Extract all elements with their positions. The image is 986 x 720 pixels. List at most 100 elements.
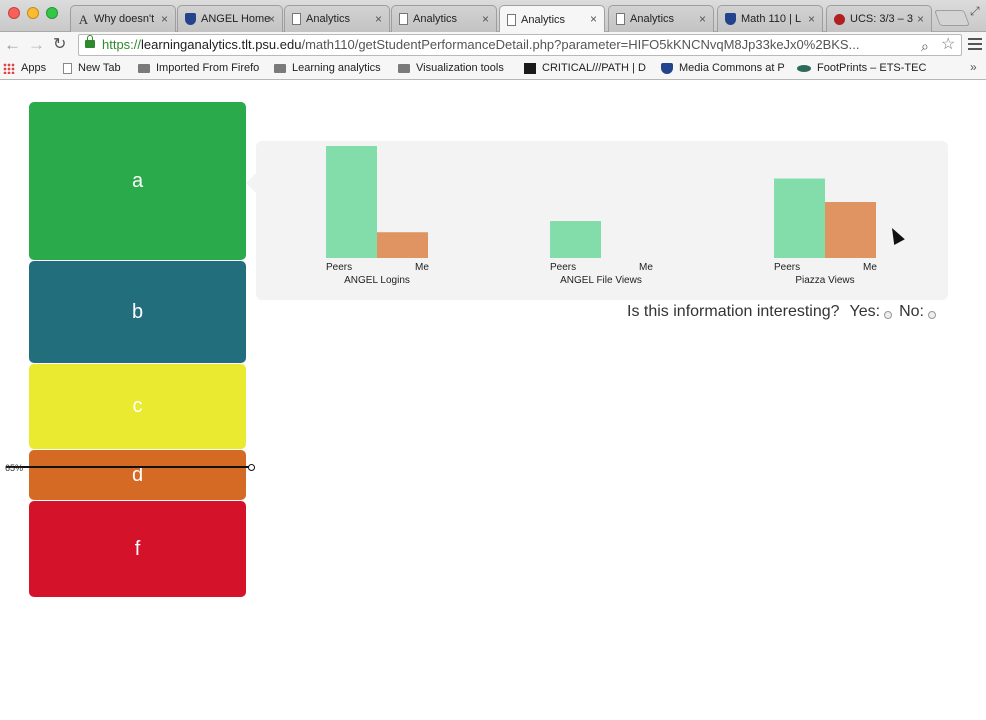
bookmark-label: Imported From Firefo <box>156 62 260 74</box>
grade-label: a <box>131 169 144 192</box>
grade-block-c[interactable]: c <box>29 364 246 449</box>
category-label: Me <box>863 262 877 273</box>
yes-radio[interactable] <box>884 310 893 319</box>
close-tab-icon[interactable]: × <box>917 12 924 26</box>
grade-block-b[interactable]: b <box>29 261 246 363</box>
fullscreen-icon[interactable]: ⤢ <box>970 4 980 19</box>
bar-peers-1 <box>550 221 601 258</box>
url-scheme: https:// <box>102 37 142 52</box>
current-grade-percent: 65% <box>5 463 24 473</box>
bookmark-item[interactable]: CRITICAL///PATH | D <box>524 62 646 74</box>
grade-label: c <box>132 395 143 417</box>
folder-icon <box>274 64 286 73</box>
bar-me-2 <box>825 202 876 258</box>
apps-grid-icon <box>3 62 15 74</box>
category-label: Peers <box>326 262 352 273</box>
comparison-chart: Peers Me ANGEL Logins Peers Me ANGEL File Vie… <box>326 146 877 286</box>
no-radio[interactable] <box>928 310 936 319</box>
category-label: Me <box>639 262 653 273</box>
browser-tab[interactable]: Math 110 | L × <box>717 5 823 32</box>
forward-arrow-icon[interactable]: → <box>28 35 45 55</box>
url-path: /math110/getStudentPerformanceDetail.php… <box>301 37 860 52</box>
shield-icon <box>185 13 196 25</box>
bookmark-item[interactable]: Apps <box>3 62 46 74</box>
metric-label: ANGEL File Views <box>560 275 642 286</box>
zoom-window-button[interactable] <box>46 7 58 19</box>
browser-tab[interactable]: Analytics × <box>499 5 605 33</box>
bar-peers-0 <box>326 146 377 258</box>
url-host: learninganalytics.tlt.psu.edu <box>141 37 302 52</box>
close-tab-icon[interactable]: × <box>268 12 275 26</box>
toolbar: ← → ↻ https://learninganalytics.tlt.psu.… <box>0 32 986 58</box>
grade-block-a[interactable]: a <box>29 102 246 260</box>
folder-icon <box>398 64 410 73</box>
browser-tab[interactable]: UCS: 3/3 – 3 × <box>826 5 932 32</box>
bookmarks-bar: Apps New Tab Imported From Firefo Learning … <box>0 58 986 80</box>
comparison-chart-panel: Peers Me ANGEL Logins Peers Me ANGEL File Vie… <box>256 141 948 300</box>
feedback-question: Is this information interesting? Yes: No… <box>627 303 943 321</box>
page-icon <box>399 13 408 25</box>
no-label: No: <box>899 303 924 320</box>
category-label: Peers <box>550 262 576 273</box>
bookmark-item[interactable]: Visualization tools <box>398 62 504 74</box>
url-text: https://learninganalytics.tlt.psu.edu/ma… <box>102 35 859 55</box>
current-grade-line <box>6 466 252 468</box>
minimize-window-button[interactable] <box>27 7 39 19</box>
browser-tab[interactable]: ANGEL Home × <box>177 5 283 32</box>
page-icon <box>616 13 625 25</box>
browser-tab[interactable]: Analytics × <box>284 5 390 32</box>
bookmarks-overflow-icon[interactable]: » <box>970 60 977 74</box>
close-window-button[interactable] <box>8 7 20 19</box>
reload-icon[interactable]: ↻ <box>53 35 66 55</box>
close-tab-icon[interactable]: × <box>375 12 382 26</box>
browser-tab[interactable]: Analytics × <box>391 5 497 32</box>
metric-label: Piazza Views <box>795 275 854 286</box>
close-tab-icon[interactable]: × <box>699 12 706 26</box>
close-tab-icon[interactable]: × <box>161 12 168 26</box>
bookmark-label: New Tab <box>78 62 121 74</box>
menu-icon[interactable] <box>968 38 982 50</box>
grade-label: f <box>134 537 141 560</box>
magnifier-icon[interactable]: ⌕ <box>921 36 929 55</box>
back-arrow-icon[interactable]: ← <box>4 35 21 55</box>
letter-a-icon: A <box>78 11 89 27</box>
shield-icon <box>661 62 673 74</box>
current-grade-handle[interactable] <box>248 464 255 471</box>
new-tab-button[interactable] <box>934 10 970 26</box>
bar-me-0 <box>377 232 428 258</box>
bookmark-item[interactable]: FootPrints – ETS-TEC <box>797 62 926 74</box>
lock-icon <box>85 35 95 48</box>
grade-label: b <box>131 300 144 323</box>
page-icon <box>507 13 516 26</box>
shield-icon <box>725 13 736 25</box>
close-tab-icon[interactable]: × <box>590 12 597 26</box>
page-icon <box>292 13 301 25</box>
grade-block-f[interactable]: f <box>29 501 246 597</box>
bookmark-label: Media Commons at P <box>679 62 785 74</box>
grade-block-d[interactable]: d <box>29 450 246 500</box>
bookmark-label: Apps <box>21 62 47 74</box>
ucs-icon <box>834 13 845 25</box>
metric-label: ANGEL Logins <box>344 275 410 286</box>
bookmark-item[interactable]: Media Commons at P <box>661 62 785 74</box>
address-bar[interactable]: https://learninganalytics.tlt.psu.edu/ma… <box>78 34 962 56</box>
category-label: Me <box>415 262 429 273</box>
critical-path-icon <box>524 62 536 74</box>
bookmark-item[interactable]: Imported From Firefo <box>138 62 259 74</box>
feedback-question-text: Is this information interesting? <box>627 303 840 320</box>
folder-icon <box>138 64 150 73</box>
footprints-icon <box>797 64 811 72</box>
browser-tab[interactable]: Analytics × <box>608 5 714 32</box>
bookmark-label: CRITICAL///PATH | D <box>542 62 646 74</box>
bookmark-item[interactable]: Learning analytics <box>274 62 381 74</box>
bookmark-item[interactable]: New Tab <box>63 62 121 74</box>
tab-strip: A Why doesn't × ANGEL Home × Analytics × Analyt… <box>0 0 986 33</box>
bookmark-label: Visualization tools <box>416 62 504 74</box>
bookmark-label: Learning analytics <box>292 62 381 74</box>
category-label: Peers <box>774 262 800 273</box>
close-tab-icon[interactable]: × <box>482 12 489 26</box>
browser-tab[interactable]: A Why doesn't × <box>70 5 176 32</box>
page-icon <box>63 62 72 74</box>
close-tab-icon[interactable]: × <box>808 12 815 26</box>
bookmark-star-icon[interactable]: ☆ <box>941 35 955 55</box>
